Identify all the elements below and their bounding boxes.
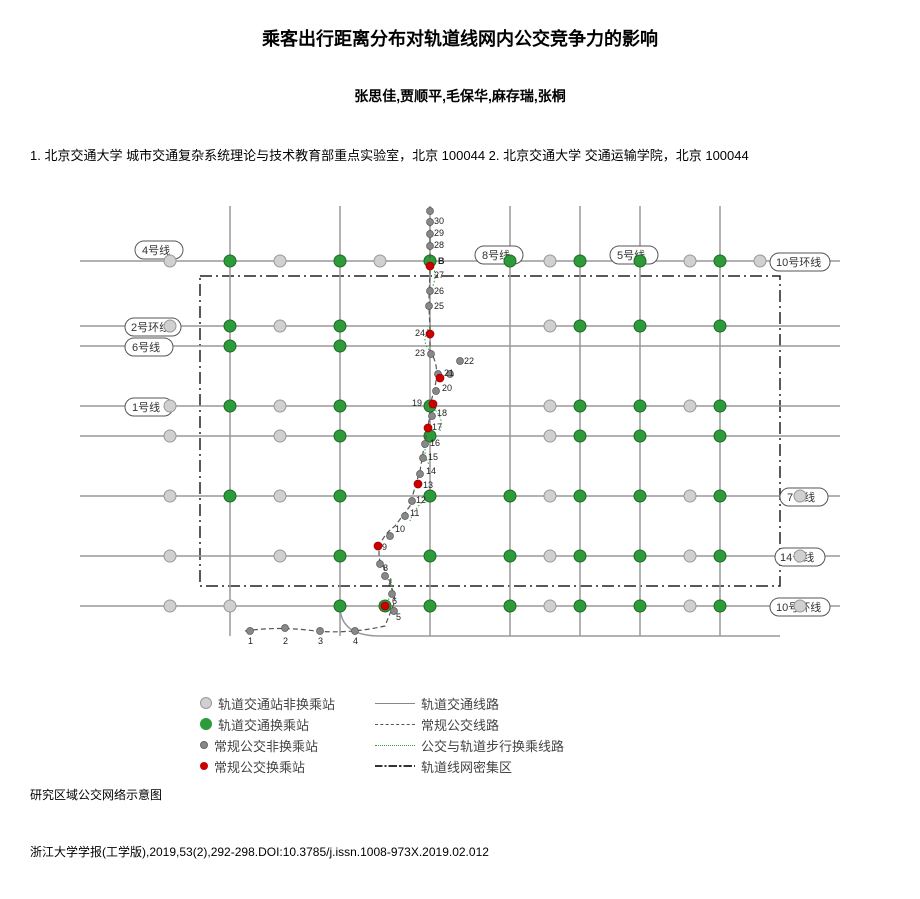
svg-text:23: 23: [415, 348, 425, 358]
svg-text:10: 10: [395, 524, 405, 534]
figure-container: 4号线 8号线 5号线 10号环线 2号环线 6号线 1号线 7号线 14号线 …: [80, 206, 840, 776]
svg-text:2: 2: [283, 636, 288, 646]
svg-text:1: 1: [248, 636, 253, 646]
dense-area-boundary: [200, 276, 780, 586]
svg-text:1号线: 1号线: [132, 400, 160, 414]
svg-text:29: 29: [434, 228, 444, 238]
paper-authors: 张思佳,贾顺平,毛保华,麻存瑞,张桐: [30, 86, 890, 106]
legend-label: 常规公交非换乘站: [214, 736, 318, 755]
paper-citation: 浙江大学学报(工学版),2019,53(2),292-298.DOI:10.37…: [30, 843, 890, 860]
legend-label: 轨道交通线路: [421, 694, 499, 713]
svg-text:4号线: 4号线: [142, 243, 170, 257]
svg-text:4: 4: [353, 636, 358, 646]
legend-label: 轨道线网密集区: [421, 757, 512, 776]
svg-text:6: 6: [392, 596, 397, 606]
rail-lines: [80, 206, 840, 636]
legend-line-solid: [375, 703, 415, 704]
svg-text:12: 12: [416, 495, 426, 505]
svg-text:9: 9: [382, 542, 387, 552]
legend-label: 公交与轨道步行换乘线路: [421, 736, 564, 755]
svg-text:10号环线: 10号环线: [776, 255, 821, 269]
svg-text:13: 13: [423, 480, 433, 490]
svg-text:16: 16: [430, 438, 440, 448]
legend-dot-grey: [200, 697, 212, 709]
svg-text:26: 26: [434, 286, 444, 296]
station-B: B: [438, 256, 445, 266]
svg-text:27: 27: [434, 270, 444, 280]
legend-line-dash: [375, 724, 415, 725]
bus-stations-nontransfer: [247, 207, 464, 634]
rail-stations-transfer: [224, 255, 726, 612]
paper-affiliation: 1. 北京交通大学 城市交通复杂系统理论与技术教育部重点实验室，北京 10004…: [30, 146, 890, 166]
legend-label: 轨道交通站非换乘站: [218, 694, 335, 713]
svg-text:20: 20: [442, 383, 452, 393]
legend-line-dashdot: [375, 765, 415, 767]
paper-title: 乘客出行距离分布对轨道线网内公交竞争力的影响: [30, 25, 890, 51]
svg-text:19: 19: [412, 398, 422, 408]
svg-text:14: 14: [426, 466, 436, 476]
svg-text:6号线: 6号线: [132, 340, 160, 354]
legend-label: 轨道交通换乘站: [218, 715, 309, 734]
svg-text:25: 25: [434, 301, 444, 311]
svg-text:24: 24: [415, 328, 425, 338]
svg-text:5: 5: [396, 612, 401, 622]
svg-text:11: 11: [410, 508, 419, 518]
legend-dot-green: [200, 718, 212, 730]
svg-text:8: 8: [383, 563, 388, 573]
svg-text:30: 30: [434, 216, 444, 226]
svg-text:7: 7: [387, 578, 392, 588]
svg-text:22: 22: [464, 356, 474, 366]
figure-caption: 研究区域公交网络示意图: [30, 786, 890, 803]
legend-dot-red: [200, 762, 208, 770]
bus-route: [245, 221, 437, 632]
svg-text:28: 28: [434, 240, 444, 250]
legend-dot-darkgrey: [200, 741, 208, 749]
legend-line-dotted: [375, 745, 415, 746]
legend-label: 常规公交线路: [421, 715, 499, 734]
svg-text:15: 15: [428, 452, 438, 462]
figure-legend: 轨道交通站非换乘站 轨道交通换乘站 常规公交非换乘站 常规公交换乘站 轨道交通线…: [200, 694, 840, 776]
svg-text:3: 3: [318, 636, 323, 646]
svg-text:21: 21: [444, 368, 454, 378]
network-diagram: 4号线 8号线 5号线 10号环线 2号环线 6号线 1号线 7号线 14号线 …: [80, 206, 840, 686]
rail-stations-nontransfer: [164, 255, 806, 612]
svg-text:17: 17: [432, 422, 442, 432]
svg-text:18: 18: [437, 408, 447, 418]
legend-label: 常规公交换乘站: [214, 757, 305, 776]
